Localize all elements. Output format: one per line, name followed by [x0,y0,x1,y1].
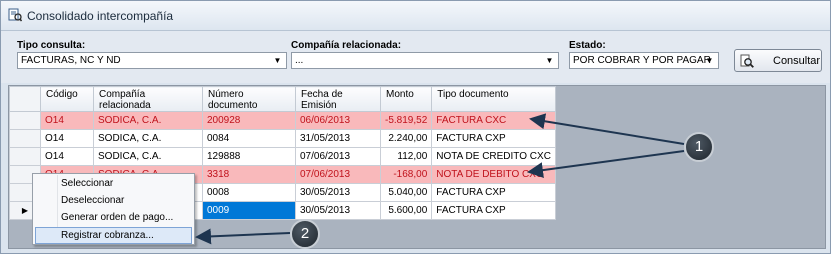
callout-2-arrow [195,228,291,245]
annotation-arrows [195,113,685,245]
callout-badge-1: 1 [684,132,714,162]
callout-badge-2: 2 [290,219,320,249]
consolidado-window: Consolidado intercompañía Tipo consulta:… [0,0,831,254]
callout-1-arrow-top [529,113,685,145]
callout-1-arrow-bottom [527,150,685,179]
